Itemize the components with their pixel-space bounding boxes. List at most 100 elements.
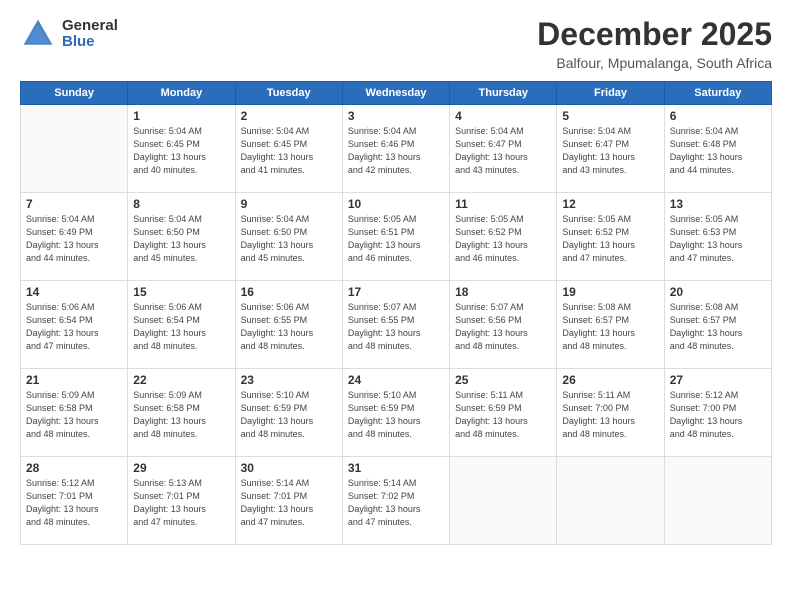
header-thursday: Thursday <box>450 82 557 105</box>
page: General Blue December 2025 Balfour, Mpum… <box>0 0 792 612</box>
cell-info: Sunrise: 5:12 AM Sunset: 7:00 PM Dayligh… <box>670 389 766 441</box>
header: General Blue December 2025 Balfour, Mpum… <box>20 16 772 71</box>
logo: General Blue <box>20 16 118 52</box>
cell-info: Sunrise: 5:09 AM Sunset: 6:58 PM Dayligh… <box>26 389 122 441</box>
day-number: 2 <box>241 109 337 123</box>
day-number: 24 <box>348 373 444 387</box>
header-saturday: Saturday <box>664 82 771 105</box>
cell-info: Sunrise: 5:12 AM Sunset: 7:01 PM Dayligh… <box>26 477 122 529</box>
cell-info: Sunrise: 5:09 AM Sunset: 6:58 PM Dayligh… <box>133 389 229 441</box>
cell-info: Sunrise: 5:06 AM Sunset: 6:54 PM Dayligh… <box>133 301 229 353</box>
calendar-cell: 20 Sunrise: 5:08 AM Sunset: 6:57 PM Dayli… <box>664 281 771 369</box>
cell-info: Sunrise: 5:14 AM Sunset: 7:01 PM Dayligh… <box>241 477 337 529</box>
day-number: 6 <box>670 109 766 123</box>
day-number: 30 <box>241 461 337 475</box>
header-friday: Friday <box>557 82 664 105</box>
calendar-cell: 27 Sunrise: 5:12 AM Sunset: 7:00 PM Dayli… <box>664 369 771 457</box>
cell-info: Sunrise: 5:04 AM Sunset: 6:45 PM Dayligh… <box>241 125 337 177</box>
calendar-week-2: 7Sunrise: 5:04 AM Sunset: 6:49 PM Daylig… <box>21 193 772 281</box>
day-number: 27 <box>670 373 766 387</box>
cell-info: Sunrise: 5:06 AM Sunset: 6:54 PM Dayligh… <box>26 301 122 353</box>
cell-info: Sunrise: 5:05 AM Sunset: 6:52 PM Dayligh… <box>455 213 551 265</box>
calendar-table: Sunday Monday Tuesday Wednesday Thursday… <box>20 81 772 545</box>
calendar-week-4: 21Sunrise: 5:09 AM Sunset: 6:58 PM Dayli… <box>21 369 772 457</box>
header-sunday: Sunday <box>21 82 128 105</box>
cell-info: Sunrise: 5:11 AM Sunset: 7:00 PM Dayligh… <box>562 389 658 441</box>
day-number: 14 <box>26 285 122 299</box>
day-number: 1 <box>133 109 229 123</box>
calendar-cell: 24 Sunrise: 5:10 AM Sunset: 6:59 PM Dayli… <box>342 369 449 457</box>
calendar-week-3: 14 Sunrise: 5:06 AM Sunset: 6:54 PM Dayli… <box>21 281 772 369</box>
calendar-cell <box>664 457 771 545</box>
calendar-cell: 19Sunrise: 5:08 AM Sunset: 6:57 PM Dayli… <box>557 281 664 369</box>
calendar-cell: 21Sunrise: 5:09 AM Sunset: 6:58 PM Dayli… <box>21 369 128 457</box>
calendar-cell: 3Sunrise: 5:04 AM Sunset: 6:46 PM Daylig… <box>342 105 449 193</box>
calendar-cell: 10 Sunrise: 5:05 AM Sunset: 6:51 PM Dayli… <box>342 193 449 281</box>
calendar-cell: 30 Sunrise: 5:14 AM Sunset: 7:01 PM Dayli… <box>235 457 342 545</box>
calendar-cell <box>557 457 664 545</box>
calendar-cell: 29Sunrise: 5:13 AM Sunset: 7:01 PM Dayli… <box>128 457 235 545</box>
day-number: 31 <box>348 461 444 475</box>
day-number: 10 <box>348 197 444 211</box>
logo-blue-text: Blue <box>62 34 118 51</box>
calendar-week-5: 28 Sunrise: 5:12 AM Sunset: 7:01 PM Dayli… <box>21 457 772 545</box>
day-number: 20 <box>670 285 766 299</box>
calendar-cell: 25 Sunrise: 5:11 AM Sunset: 6:59 PM Dayli… <box>450 369 557 457</box>
cell-info: Sunrise: 5:10 AM Sunset: 6:59 PM Dayligh… <box>241 389 337 441</box>
calendar-cell: 26 Sunrise: 5:11 AM Sunset: 7:00 PM Dayli… <box>557 369 664 457</box>
calendar-cell: 12 Sunrise: 5:05 AM Sunset: 6:52 PM Dayli… <box>557 193 664 281</box>
cell-info: Sunrise: 5:08 AM Sunset: 6:57 PM Dayligh… <box>670 301 766 353</box>
logo-icon <box>20 16 56 52</box>
cell-info: Sunrise: 5:04 AM Sunset: 6:47 PM Dayligh… <box>455 125 551 177</box>
day-number: 7 <box>26 197 122 211</box>
calendar-cell: 28 Sunrise: 5:12 AM Sunset: 7:01 PM Dayli… <box>21 457 128 545</box>
day-number: 26 <box>562 373 658 387</box>
calendar-cell: 4 Sunrise: 5:04 AM Sunset: 6:47 PM Daylig… <box>450 105 557 193</box>
day-number: 25 <box>455 373 551 387</box>
day-number: 12 <box>562 197 658 211</box>
calendar-cell: 8Sunrise: 5:04 AM Sunset: 6:50 PM Daylig… <box>128 193 235 281</box>
day-header-row: Sunday Monday Tuesday Wednesday Thursday… <box>21 82 772 105</box>
calendar-cell: 14 Sunrise: 5:06 AM Sunset: 6:54 PM Dayli… <box>21 281 128 369</box>
cell-info: Sunrise: 5:05 AM Sunset: 6:51 PM Dayligh… <box>348 213 444 265</box>
day-number: 5 <box>562 109 658 123</box>
header-tuesday: Tuesday <box>235 82 342 105</box>
day-number: 28 <box>26 461 122 475</box>
day-number: 16 <box>241 285 337 299</box>
calendar-cell <box>21 105 128 193</box>
calendar-cell: 6Sunrise: 5:04 AM Sunset: 6:48 PM Daylig… <box>664 105 771 193</box>
header-monday: Monday <box>128 82 235 105</box>
calendar-cell: 15 Sunrise: 5:06 AM Sunset: 6:54 PM Dayli… <box>128 281 235 369</box>
logo-general-text: General <box>62 18 118 35</box>
calendar-cell: 18 Sunrise: 5:07 AM Sunset: 6:56 PM Dayli… <box>450 281 557 369</box>
day-number: 4 <box>455 109 551 123</box>
calendar-cell: 23 Sunrise: 5:10 AM Sunset: 6:59 PM Dayli… <box>235 369 342 457</box>
cell-info: Sunrise: 5:08 AM Sunset: 6:57 PM Dayligh… <box>562 301 658 353</box>
month-title: December 2025 <box>537 16 772 53</box>
cell-info: Sunrise: 5:11 AM Sunset: 6:59 PM Dayligh… <box>455 389 551 441</box>
cell-info: Sunrise: 5:04 AM Sunset: 6:47 PM Dayligh… <box>562 125 658 177</box>
calendar-cell <box>450 457 557 545</box>
cell-info: Sunrise: 5:05 AM Sunset: 6:52 PM Dayligh… <box>562 213 658 265</box>
day-number: 13 <box>670 197 766 211</box>
calendar-cell: 2 Sunrise: 5:04 AM Sunset: 6:45 PM Daylig… <box>235 105 342 193</box>
cell-info: Sunrise: 5:04 AM Sunset: 6:45 PM Dayligh… <box>133 125 229 177</box>
cell-info: Sunrise: 5:07 AM Sunset: 6:55 PM Dayligh… <box>348 301 444 353</box>
day-number: 17 <box>348 285 444 299</box>
day-number: 15 <box>133 285 229 299</box>
cell-info: Sunrise: 5:04 AM Sunset: 6:50 PM Dayligh… <box>133 213 229 265</box>
day-number: 11 <box>455 197 551 211</box>
calendar-cell: 9Sunrise: 5:04 AM Sunset: 6:50 PM Daylig… <box>235 193 342 281</box>
day-number: 23 <box>241 373 337 387</box>
calendar-cell: 17 Sunrise: 5:07 AM Sunset: 6:55 PM Dayli… <box>342 281 449 369</box>
cell-info: Sunrise: 5:06 AM Sunset: 6:55 PM Dayligh… <box>241 301 337 353</box>
cell-info: Sunrise: 5:10 AM Sunset: 6:59 PM Dayligh… <box>348 389 444 441</box>
cell-info: Sunrise: 5:05 AM Sunset: 6:53 PM Dayligh… <box>670 213 766 265</box>
cell-info: Sunrise: 5:13 AM Sunset: 7:01 PM Dayligh… <box>133 477 229 529</box>
day-number: 18 <box>455 285 551 299</box>
cell-info: Sunrise: 5:07 AM Sunset: 6:56 PM Dayligh… <box>455 301 551 353</box>
calendar-cell: 13 Sunrise: 5:05 AM Sunset: 6:53 PM Dayli… <box>664 193 771 281</box>
cell-info: Sunrise: 5:14 AM Sunset: 7:02 PM Dayligh… <box>348 477 444 529</box>
calendar-cell: 16 Sunrise: 5:06 AM Sunset: 6:55 PM Dayli… <box>235 281 342 369</box>
calendar-cell: 11 Sunrise: 5:05 AM Sunset: 6:52 PM Dayli… <box>450 193 557 281</box>
